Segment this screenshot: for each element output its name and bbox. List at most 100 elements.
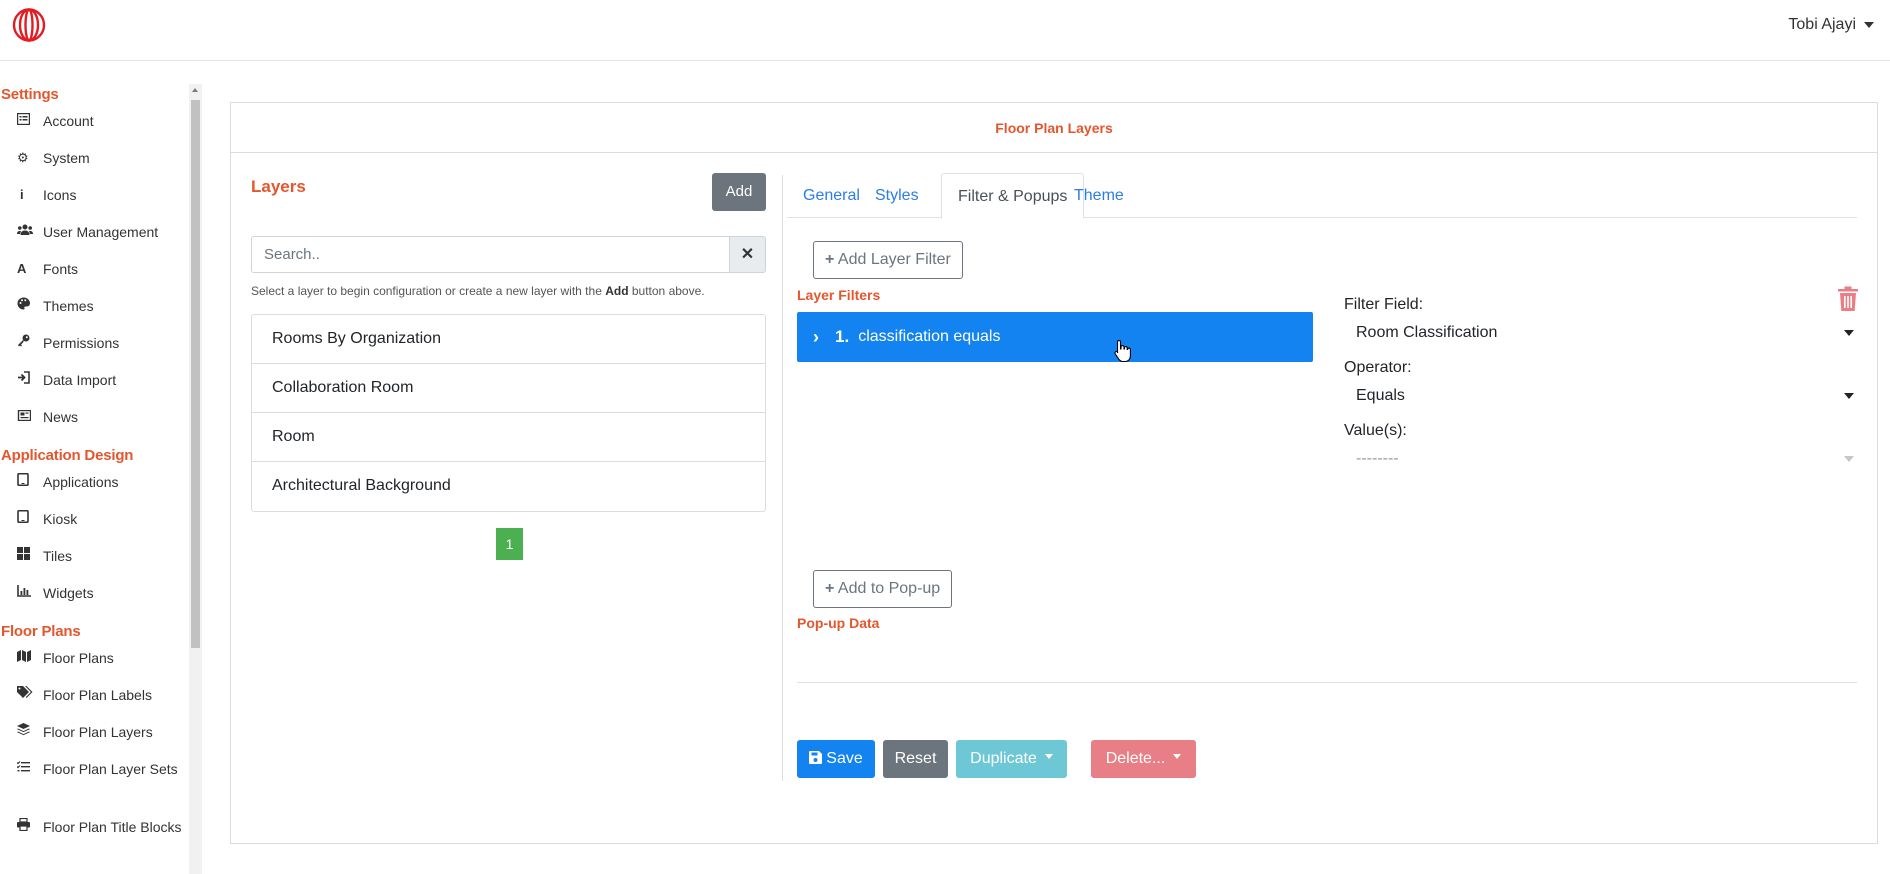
list-item[interactable]: Room (252, 413, 765, 462)
button-label: Save (826, 750, 863, 767)
scrollbar-thumb[interactable] (191, 100, 200, 648)
sidebar-item-system[interactable]: ⚙ System (0, 149, 190, 186)
duplicate-button[interactable]: Duplicate (956, 740, 1067, 778)
th-large-icon (17, 547, 43, 565)
filter-field-select[interactable]: Room Classification (1344, 314, 1864, 352)
sidebar-item-label: Tiles (43, 548, 73, 564)
tab-styles[interactable]: Styles (859, 173, 935, 218)
sidebar-item-floor-plan-title-blocks[interactable]: Floor Plan Title Blocks (0, 817, 190, 874)
sidebar-item-label: Kiosk (43, 511, 78, 527)
hand-cursor-icon (1114, 339, 1131, 363)
tablet-icon (17, 509, 43, 528)
company-logo[interactable] (12, 8, 46, 42)
sidebar-item-user-management[interactable]: User Management (0, 223, 190, 260)
sidebar-section-floor-plans: Floor Plans (1, 623, 81, 640)
card-title: Floor Plan Layers (231, 103, 1877, 153)
sidebar-item-label: Data Import (43, 372, 117, 388)
top-bar: Tobi Ajayi (0, 0, 1890, 61)
sidebar-item-kiosk[interactable]: Kiosk (0, 509, 190, 547)
button-label: Duplicate (970, 750, 1037, 767)
sidebar-item-label: Fonts (43, 261, 79, 277)
popup-data-title: Pop-up Data (797, 615, 880, 631)
sidebar-item-label: Floor Plan Layers (43, 724, 153, 740)
palette-icon (17, 297, 43, 315)
list-item[interactable]: Collaboration Room (252, 364, 765, 413)
hint-text: Select a layer to begin configuration or… (251, 284, 606, 298)
plus-icon: + (825, 580, 835, 597)
layer-group-icon (17, 723, 43, 741)
sidebar-item-floor-plan-labels[interactable]: Floor Plan Labels (0, 686, 190, 723)
list-item[interactable]: Architectural Background (252, 462, 765, 511)
layer-search: ✕ (251, 236, 766, 273)
sidebar-item-floor-plans[interactable]: Floor Plans (0, 649, 190, 686)
sidebar-item-widgets[interactable]: Widgets (0, 584, 190, 621)
users-icon (17, 223, 43, 241)
sidebar-item-label: Applications (43, 474, 119, 490)
sidebar-item-label: News (43, 409, 79, 425)
gear-icon: ⚙ (17, 150, 29, 165)
user-name: Tobi Ajayi (1788, 16, 1856, 33)
sidebar-item-applications[interactable]: Applications (0, 472, 190, 510)
filter-number: 1. (835, 327, 850, 346)
sidebar-scrollbar[interactable] (189, 84, 202, 874)
chevron-down-icon (1044, 754, 1053, 760)
sidebar-item-themes[interactable]: Themes (0, 297, 190, 334)
search-input[interactable] (251, 236, 729, 273)
operator-select[interactable]: Equals (1344, 377, 1864, 415)
delete-button[interactable]: Delete... (1091, 740, 1196, 778)
sidebar-item-permissions[interactable]: Permissions (0, 334, 190, 371)
sign-in-icon (17, 371, 43, 389)
values-select[interactable]: -------- (1344, 440, 1864, 478)
save-icon (809, 751, 823, 764)
floor-plan-layers-card: Floor Plan Layers Layers Add ✕ Select a … (230, 102, 1878, 844)
user-menu[interactable]: Tobi Ajayi (1788, 16, 1874, 34)
sidebar-item-fonts[interactable]: A Fonts (0, 260, 190, 297)
sidebar-item-floor-plan-layer-sets[interactable]: Floor Plan Layer Sets (0, 760, 190, 818)
sidebar-item-label: Floor Plan Layer Sets (43, 761, 178, 777)
tablet-icon (17, 472, 43, 491)
hint-text-end: button above. (628, 284, 705, 298)
clear-search-button[interactable]: ✕ (729, 236, 766, 273)
button-label: Add to Pop-up (837, 580, 941, 597)
chevron-right-icon[interactable]: › (797, 327, 835, 348)
sidebar: Settings Account ⚙ System i Icons User M… (0, 84, 190, 874)
map-icon (17, 649, 43, 667)
chevron-down-icon (1844, 393, 1854, 399)
reset-button[interactable]: Reset (883, 740, 948, 778)
print-icon (17, 817, 43, 836)
sidebar-item-floor-plan-layers[interactable]: Floor Plan Layers (0, 723, 190, 760)
layers-hint: Select a layer to begin configuration or… (251, 284, 705, 298)
layer-filter-item[interactable]: › 1. classification equals (797, 312, 1313, 362)
sidebar-item-data-import[interactable]: Data Import (0, 371, 190, 408)
save-button[interactable]: Save (797, 740, 875, 778)
chevron-down-icon (1173, 754, 1182, 760)
add-to-popup-button[interactable]: + Add to Pop-up (813, 570, 953, 608)
add-layer-button[interactable]: Add (712, 173, 766, 211)
newspaper-icon (17, 408, 43, 426)
select-placeholder: -------- (1356, 450, 1399, 467)
sidebar-section-settings: Settings (1, 86, 59, 103)
tags-icon (17, 686, 43, 704)
sidebar-item-news[interactable]: News (0, 408, 190, 445)
list-item[interactable]: Rooms By Organization (252, 315, 765, 364)
values-label: Value(s): (1344, 422, 1407, 439)
section-divider (797, 682, 1857, 683)
sidebar-item-label: Account (43, 113, 94, 129)
sidebar-item-icons[interactable]: i Icons (0, 186, 190, 223)
select-value: Room Classification (1356, 324, 1498, 341)
sidebar-item-label: System (43, 150, 90, 166)
layer-list: Rooms By Organization Collaboration Room… (251, 314, 766, 512)
button-label: Delete... (1105, 750, 1166, 767)
font-icon: A (17, 261, 27, 276)
tab-theme[interactable]: Theme (1058, 173, 1140, 218)
scroll-up-arrow-icon[interactable] (192, 88, 198, 92)
sidebar-item-tiles[interactable]: Tiles (0, 547, 190, 584)
pagination-page-1[interactable]: 1 (496, 528, 523, 560)
info-icon: i (20, 187, 24, 202)
trash-icon[interactable] (1837, 286, 1859, 312)
filter-field-label: Filter Field: (1344, 296, 1424, 313)
add-layer-filter-button[interactable]: + Add Layer Filter (813, 241, 963, 279)
sidebar-item-account[interactable]: Account (0, 112, 190, 149)
layer-filters-title: Layer Filters (797, 287, 881, 303)
tasks-icon (16, 760, 43, 778)
